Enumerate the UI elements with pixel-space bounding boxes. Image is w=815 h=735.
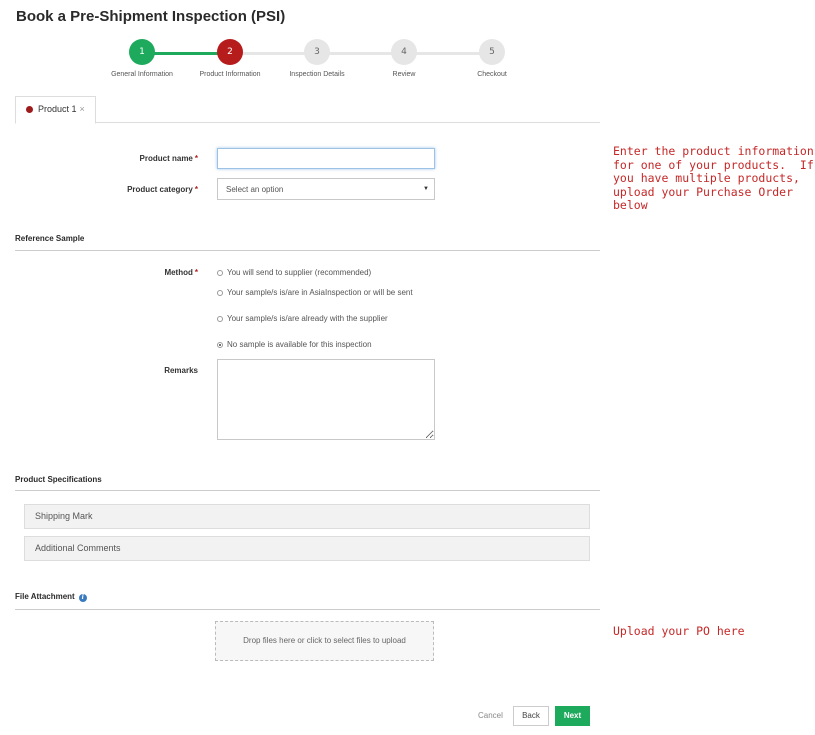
file-dropzone[interactable]: Drop files here or click to select files… [215, 621, 434, 661]
step-3: 3 Inspection Details [272, 38, 362, 78]
radio-icon[interactable] [217, 316, 223, 322]
step-1-circle: 1 [129, 39, 155, 65]
shipping-mark-panel[interactable]: Shipping Mark [24, 504, 590, 529]
additional-comments-panel[interactable]: Additional Comments [24, 536, 590, 561]
step-5: 5 Checkout [447, 38, 537, 78]
remarks-label: Remarks [164, 366, 198, 375]
product-category-value: Select an option [226, 185, 284, 194]
section-divider [15, 490, 600, 491]
radio-checked-icon[interactable] [217, 342, 223, 348]
back-button[interactable]: Back [513, 706, 549, 726]
product-tabs: Product 1 × [15, 96, 600, 124]
radio-icon[interactable] [217, 270, 223, 276]
info-icon[interactable]: i [78, 594, 87, 602]
required-marker: * [194, 154, 198, 163]
method-option-no-sample[interactable]: No sample is available for this inspecti… [217, 340, 372, 349]
progress-stepper: 1 General Information 2 Product Informat… [0, 38, 620, 88]
product-name-input[interactable] [217, 148, 435, 169]
step-3-circle: 3 [304, 39, 330, 65]
file-attachment-title: File Attachment i [15, 592, 87, 602]
method-option-in-asiainspection[interactable]: Your sample/s is/are in AsiaInspection o… [217, 288, 413, 297]
step-5-label: Checkout [477, 71, 507, 78]
next-button[interactable]: Next [555, 706, 590, 726]
product-category-label: Product category * [127, 185, 198, 194]
close-icon[interactable]: × [80, 104, 85, 114]
cancel-button[interactable]: Cancel [478, 708, 503, 724]
method-option-send-supplier[interactable]: You will send to supplier (recommended) [217, 268, 371, 277]
step-2-circle: 2 [217, 39, 243, 65]
section-divider [15, 609, 600, 610]
step-1-label: General Information [111, 71, 173, 78]
step-4: 4 Review [359, 38, 449, 78]
product-category-select[interactable]: Select an option ▼ [217, 178, 435, 200]
product-specifications-title: Product Specifications [15, 475, 102, 484]
section-divider [15, 250, 600, 251]
tab-product-1-label: Product 1 [38, 104, 77, 114]
upload-po-annotation: Upload your PO here [613, 624, 745, 638]
step-2-label: Product Information [199, 71, 261, 78]
step-2[interactable]: 2 Product Information [185, 38, 275, 78]
tab-status-dot [26, 106, 33, 113]
radio-icon[interactable] [217, 290, 223, 296]
step-5-circle: 5 [479, 39, 505, 65]
method-option-with-supplier[interactable]: Your sample/s is/are already with the su… [217, 314, 388, 323]
product-info-annotation: Enter the product information for one of… [613, 144, 814, 212]
product-name-label: Product name * [139, 154, 198, 163]
required-marker: * [194, 185, 198, 194]
step-1[interactable]: 1 General Information [97, 38, 187, 78]
caret-down-icon: ▼ [423, 186, 429, 192]
tab-product-1[interactable]: Product 1 × [15, 96, 96, 124]
page-title: Book a Pre-Shipment Inspection (PSI) [16, 8, 286, 25]
step-4-circle: 4 [391, 39, 417, 65]
required-marker: * [194, 268, 198, 277]
step-4-label: Review [392, 71, 416, 78]
remarks-textarea[interactable] [217, 359, 435, 440]
reference-sample-title: Reference Sample [15, 234, 85, 243]
step-3-label: Inspection Details [289, 71, 345, 78]
method-label: Method * [164, 268, 198, 277]
